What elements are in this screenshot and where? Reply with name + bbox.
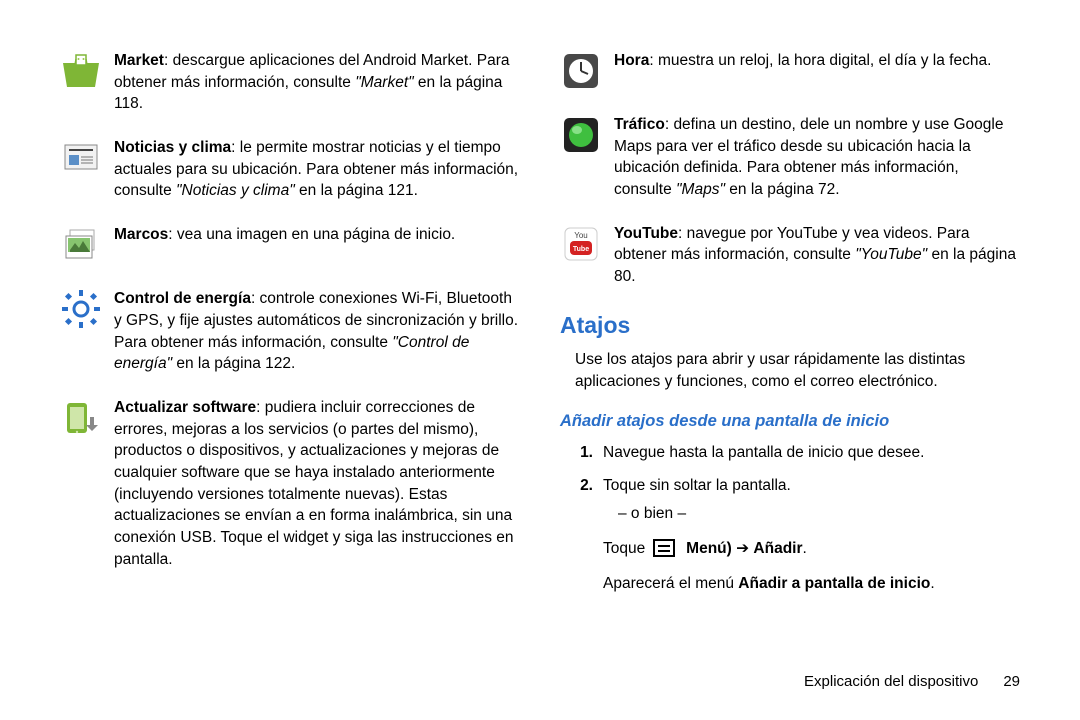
- step-1: 1. Navegue hasta la pantalla de inicio q…: [575, 441, 1020, 466]
- step-2c-dot: .: [930, 575, 934, 592]
- item-frames: Marcos: vea una imagen en una página de …: [60, 224, 520, 266]
- item-market: Market: descargue aplicaciones del Andro…: [60, 50, 520, 115]
- step-2a: Toque sin soltar la pantalla.: [603, 477, 791, 494]
- update-icon: [60, 397, 102, 439]
- item-youtube: YouTube YouTube: navegue por YouTube y v…: [560, 223, 1020, 288]
- market-icon: [60, 50, 102, 92]
- news-ref: "Noticias y clima": [176, 182, 295, 199]
- step-2b-menu: Menú): [686, 540, 732, 557]
- frames-icon: [60, 224, 102, 266]
- footer-section: Explicación del dispositivo: [804, 673, 978, 690]
- item-update: Actualizar software: pudiera incluir cor…: [60, 397, 520, 571]
- clock-text: : muestra un reloj, la hora digital, el …: [649, 52, 991, 69]
- step-1-num: 1.: [575, 441, 593, 466]
- item-news: Noticias y clima: le permite mostrar not…: [60, 137, 520, 202]
- traffic-ref: "Maps": [676, 181, 725, 198]
- frames-label: Marcos: [114, 226, 168, 243]
- frames-text: : vea una imagen en una página de inicio…: [168, 226, 455, 243]
- menu-icon: [653, 539, 675, 557]
- news-label: Noticias y clima: [114, 139, 231, 156]
- traffic-icon: [560, 114, 602, 156]
- market-ref: "Market": [355, 74, 413, 91]
- youtube-ref: "YouTube": [855, 246, 927, 263]
- step-2b-dot: .: [803, 540, 807, 557]
- option-line: – o bien –: [618, 502, 1020, 527]
- step-2c-bold: Añadir a pantalla de inicio: [738, 575, 930, 592]
- step-2b-arrow: ➔: [736, 540, 753, 557]
- sub-heading: Añadir atajos desde una pantalla de inic…: [560, 412, 1020, 431]
- news-tail: en la página 121.: [295, 182, 418, 199]
- item-power: Control de energía: controle conexiones …: [60, 288, 520, 375]
- gear-icon: [60, 288, 102, 330]
- atajos-intro: Use los atajos para abrir y usar rápidam…: [575, 349, 1020, 394]
- youtube-label: YouTube: [614, 225, 678, 242]
- update-text: : pudiera incluir correcciones de errore…: [114, 399, 514, 568]
- steps-list: 1. Navegue hasta la pantalla de inicio q…: [575, 441, 1020, 597]
- left-column: Market: descargue aplicaciones del Andro…: [60, 50, 520, 643]
- step-2c-pre: Aparecerá el menú: [603, 575, 738, 592]
- traffic-label: Tráfico: [614, 116, 665, 133]
- step-2: 2. Toque sin soltar la pantalla. – o bie…: [575, 474, 1020, 597]
- market-label: Market: [114, 52, 164, 69]
- item-clock: Hora: muestra un reloj, la hora digital,…: [560, 50, 1020, 92]
- svg-text:Tube: Tube: [573, 246, 589, 253]
- clock-icon: [560, 50, 602, 92]
- step-2b-pre: Toque: [603, 540, 650, 557]
- youtube-icon: You Tube: [560, 223, 602, 265]
- item-traffic: Tráfico: defina un destino, dele un nomb…: [560, 114, 1020, 201]
- right-column: Hora: muestra un reloj, la hora digital,…: [560, 50, 1020, 643]
- svg-text:You: You: [574, 231, 588, 240]
- clock-label: Hora: [614, 52, 649, 69]
- traffic-tail: en la página 72.: [725, 181, 840, 198]
- footer-page: 29: [1003, 673, 1020, 690]
- power-label: Control de energía: [114, 290, 251, 307]
- step-1-text: Navegue hasta la pantalla de inicio que …: [603, 441, 1020, 466]
- footer: Explicación del dispositivo 29: [60, 673, 1020, 690]
- power-tail: en la página 122.: [172, 355, 295, 372]
- news-icon: [60, 137, 102, 179]
- atajos-heading: Atajos: [560, 312, 1020, 339]
- step-2-num: 2.: [575, 474, 593, 597]
- update-label: Actualizar software: [114, 399, 256, 416]
- step-2b-add: Añadir: [753, 540, 802, 557]
